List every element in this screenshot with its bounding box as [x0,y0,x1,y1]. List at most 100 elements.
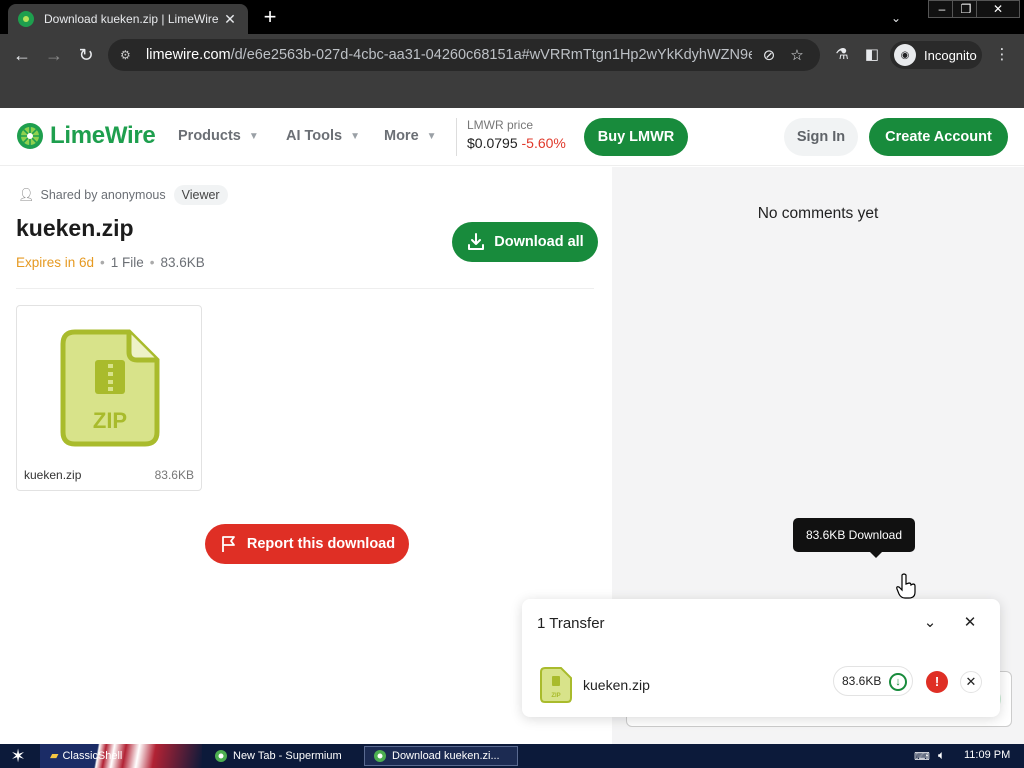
taskbar-explorer-text: ClassicShell [62,749,123,762]
taskbar-item-download[interactable]: Download kueken.zi... [364,746,518,766]
chevron-down-icon: ▼ [426,130,437,142]
site-header: LimeWire Products ▼ AI Tools ▼ More ▼ LM… [0,108,1024,166]
url-host: limewire.com [146,47,231,63]
report-download-button[interactable]: Report this download [205,524,409,564]
divider [16,288,594,289]
transfer-file-name: kueken.zip [583,677,650,693]
browser-tab-strip: Download kueken.zip | LimeWire ✕ + ⌄ – ❐… [0,0,1024,34]
taskbar-download-label: Download kueken.zi... [392,750,500,762]
person-icon: 👤︎ [18,187,35,202]
os-taskbar: ✶ ▰ ClassicShell New Tab - Supermium Dow… [0,744,1024,768]
taskbar-item-explorer[interactable]: ▰ ClassicShell [40,744,202,768]
browser-tab-active[interactable]: Download kueken.zip | LimeWire ✕ [8,4,248,34]
report-label: Report this download [246,536,396,552]
buy-lmwr-button[interactable]: Buy LMWR [584,118,688,156]
forward-icon[interactable]: → [42,43,66,67]
system-clock[interactable]: 11:09 PM [964,749,1010,761]
nav-ai-tools[interactable]: AI Tools ▼ [286,128,360,144]
bookmark-star-icon[interactable]: ☆ [786,46,808,64]
total-size: 83.6KB [160,255,205,270]
page-content: LimeWire Products ▼ AI Tools ▼ More ▼ LM… [0,108,1024,744]
nav-products[interactable]: Products ▼ [178,128,259,144]
brand-wordmark: LimeWire [50,122,156,149]
close-transfer-icon[interactable]: ✕ [960,613,980,633]
file-card[interactable]: ZIP kueken.zip 83.6KB [16,305,202,491]
download-file-icon[interactable]: ↓ [889,673,907,691]
folder-icon: ▰ [50,750,59,762]
transfer-panel: 1 Transfer ⌄ ✕ ZIP kueken.zip 83.6KB ↓ !… [522,599,1000,717]
reload-icon[interactable]: ↻ [74,43,98,67]
file-card-name: kueken.zip [24,468,82,482]
back-icon[interactable]: ← [10,43,34,67]
menu-kebab-icon[interactable]: ⋮ [992,45,1012,65]
meta-separator: • [100,255,105,270]
incognito-label: Incognito [924,47,977,63]
incognito-icon: ◉ [894,44,916,66]
incognito-indicator[interactable]: ◉ Incognito [890,41,982,69]
url-path: /d/e6e2563b-027d-4cbc-aa31-04260c68151a#… [230,47,752,63]
zip-file-icon: ZIP [540,667,572,703]
shared-by-text: Shared by anonymous [40,188,166,202]
price-label: LMWR price [467,118,534,132]
zip-file-icon: ZIP [60,329,160,447]
nav-products-label: Products [178,128,241,144]
chevron-down-icon: ▼ [248,130,259,142]
file-card-size: 83.6KB [154,468,194,482]
tab-search-chevron-icon[interactable]: ⌄ [886,8,906,28]
nav-more-label: More [384,128,419,144]
keyboard-icon[interactable]: ⌨ [914,750,930,763]
price-change: -5.60% [521,135,566,151]
share-title: kueken.zip [16,215,134,241]
address-bar[interactable]: ⚙ limewire.com/d/e6e2563b-027d-4cbc-aa31… [108,39,820,71]
volume-icon[interactable]: 🔈︎ [938,748,945,763]
transfer-heading: 1 Transfer [537,615,605,632]
meta-separator: • [149,255,155,270]
create-account-button[interactable]: Create Account [869,118,1008,156]
limewire-logo[interactable]: LimeWire [16,122,156,150]
remove-transfer-icon[interactable]: ✕ [960,671,982,693]
browser-toolbar: ← → ↻ ⚙ limewire.com/d/e6e2563b-027d-4cb… [0,34,1024,76]
start-button-icon[interactable]: ✶ [0,744,36,768]
url-text[interactable]: limewire.com/d/e6e2563b-027d-4cbc-aa31-0… [146,47,752,63]
expires-text: Expires in 6d [16,255,95,270]
tab-title: Download kueken.zip | LimeWire [44,12,219,26]
taskbar-item-explorer-label: ▰ ClassicShell [50,749,123,763]
zip-badge-text: ZIP [93,408,127,433]
no-comments-text: No comments yet [757,205,879,222]
shared-by-row: 👤︎ Shared by anonymous Viewer [18,185,228,205]
new-tab-button[interactable]: + [258,6,282,30]
download-all-label: Download all [494,234,584,250]
svg-text:ZIP: ZIP [551,693,560,699]
token-price: LMWR price $0.0795 -5.60% [456,118,566,156]
share-meta: Expires in 6d • 1 File • 83.6KB [16,255,205,270]
limewire-favicon-icon [18,11,34,27]
side-panel-icon[interactable]: ◧ [862,45,882,65]
nav-ai-tools-label: AI Tools [286,128,343,144]
warning-icon[interactable]: ! [926,671,948,693]
hand-cursor-icon [896,573,916,599]
sign-in-button[interactable]: Sign In [784,118,858,156]
collapse-chevron-icon[interactable]: ⌄ [920,613,940,633]
eye-off-icon[interactable]: ⊘ [758,46,780,64]
bookmarks-bar [0,76,1024,108]
browser-icon [215,750,227,762]
share-main: 👤︎ Shared by anonymous Viewer kueken.zip… [0,167,612,744]
site-info-icon[interactable]: ⚙ [120,48,138,62]
limewire-logo-icon [17,123,43,149]
labs-flask-icon[interactable]: ⚗ [832,45,852,65]
viewer-badge: Viewer [173,185,228,205]
taskbar-new-tab-label: New Tab - Supermium [233,750,342,762]
chevron-down-icon: ▼ [350,130,361,142]
download-icon [468,233,485,250]
flag-icon [221,536,235,552]
taskbar-item-new-tab[interactable]: New Tab - Supermium [206,746,350,766]
download-tooltip: 83.6KB Download [793,518,915,558]
price-value: $0.0795 [467,135,518,151]
close-window-button[interactable]: ✕ [976,0,1020,18]
file-count: 1 File [110,255,144,270]
price-value-row: $0.0795 -5.60% [467,135,566,151]
transfer-file-size: 83.6KB [842,674,882,688]
tab-close-icon[interactable]: ✕ [222,11,238,28]
download-all-button[interactable]: Download all [452,222,598,262]
nav-more[interactable]: More ▼ [384,128,437,144]
